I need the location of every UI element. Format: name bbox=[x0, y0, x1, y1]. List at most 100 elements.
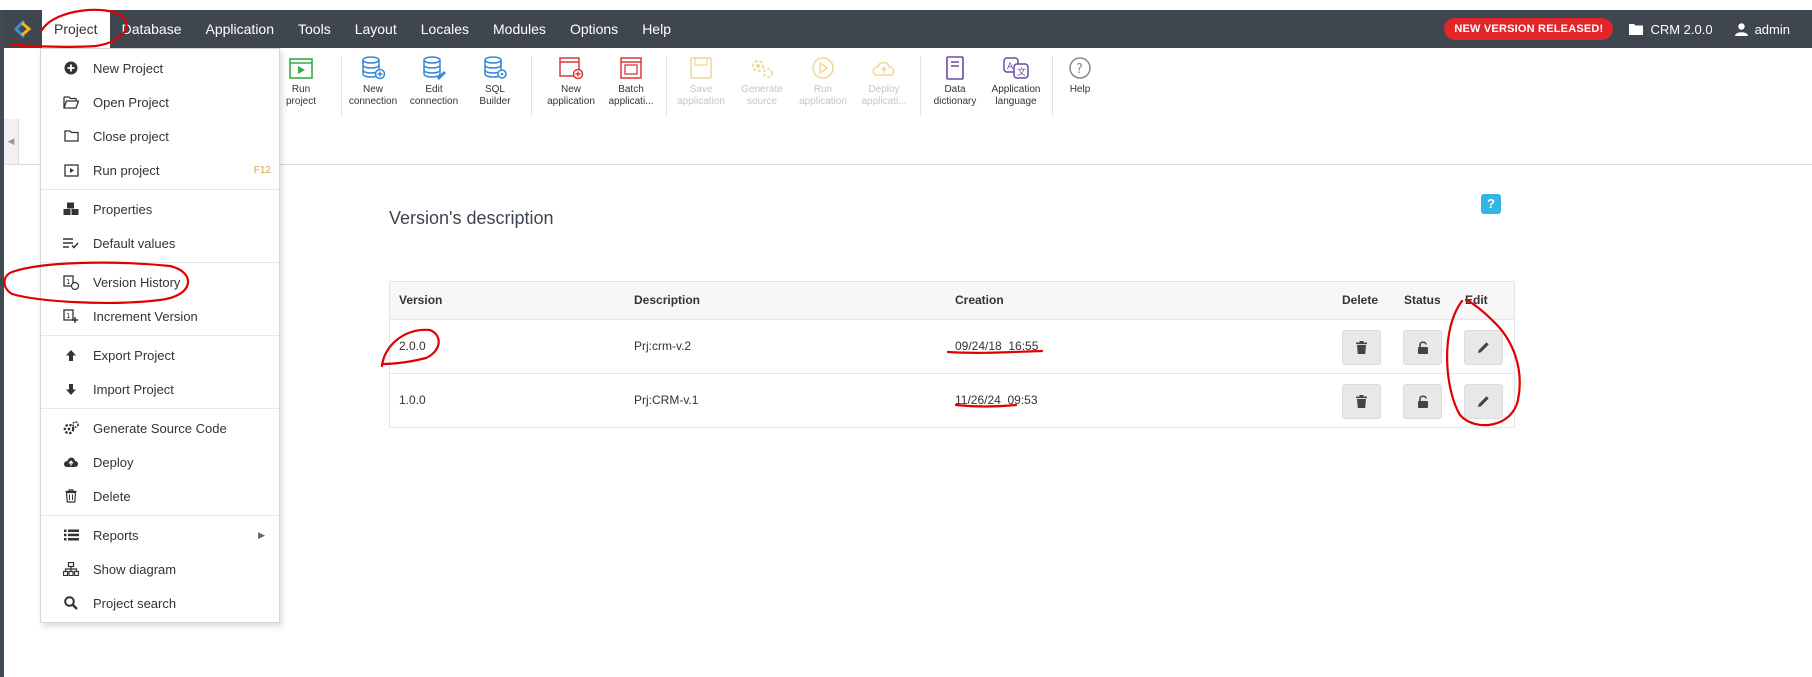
application-language-label: Application language bbox=[991, 84, 1041, 107]
menu-item-generate-source-code[interactable]: Generate Source Code bbox=[41, 411, 279, 445]
new-connection-label: New connection bbox=[348, 84, 398, 107]
run-icon bbox=[61, 163, 81, 177]
batch-application-button[interactable]: Batch applicati... bbox=[602, 56, 660, 108]
search-icon bbox=[61, 596, 81, 610]
menubar-right: NEW VERSION RELEASED! CRM 2.0.0 admin bbox=[1444, 10, 1812, 48]
header-version: Version bbox=[399, 293, 443, 307]
gears-icon bbox=[61, 421, 81, 435]
status-lock-button[interactable] bbox=[1403, 330, 1442, 365]
deploy-application-label: Deploy applicati... bbox=[861, 84, 907, 107]
play-circle-icon bbox=[812, 57, 834, 79]
trash-icon bbox=[1356, 395, 1367, 408]
menu-item-export-project[interactable]: Export Project bbox=[41, 338, 279, 372]
deploy-application-button[interactable]: Deploy applicati... bbox=[855, 56, 913, 108]
menu-item-label: Export Project bbox=[93, 347, 175, 363]
new-connection-button[interactable]: New connection bbox=[344, 56, 402, 108]
header-delete: Delete bbox=[1342, 293, 1379, 307]
cell-description: Prj:crm-v.2 bbox=[634, 339, 692, 353]
menu-item-version-history[interactable]: 1 Version History bbox=[41, 265, 279, 299]
list-check-icon bbox=[61, 237, 81, 249]
menu-divider bbox=[41, 515, 279, 516]
menu-item-increment-version[interactable]: 1 Increment Version bbox=[41, 299, 279, 333]
cell-version: 1.0.0 bbox=[399, 393, 426, 407]
pencil-icon bbox=[1478, 342, 1489, 353]
tab-scroll-left-icon[interactable]: ◀ bbox=[4, 119, 19, 164]
window-top-strip bbox=[0, 0, 1812, 10]
delete-button[interactable] bbox=[1342, 384, 1381, 419]
menu-item-new-project[interactable]: New Project bbox=[41, 51, 279, 85]
batch-application-icon bbox=[620, 57, 642, 79]
menu-item-deploy[interactable]: Deploy bbox=[41, 445, 279, 479]
menu-item-default-values[interactable]: Default values bbox=[41, 226, 279, 260]
menu-tools[interactable]: Tools bbox=[286, 10, 343, 48]
run-project-button[interactable]: Run project bbox=[272, 56, 330, 108]
menu-database[interactable]: Database bbox=[110, 10, 194, 48]
status-lock-button[interactable] bbox=[1403, 384, 1442, 419]
cloud-upload-icon bbox=[61, 456, 81, 468]
user-menu[interactable]: admin bbox=[1734, 22, 1790, 37]
page-title: Version's description bbox=[389, 208, 554, 228]
menu-item-open-project[interactable]: Open Project bbox=[41, 85, 279, 119]
menu-item-label: Increment Version bbox=[93, 308, 198, 324]
menu-bar: Project Database Application Tools Layou… bbox=[4, 10, 1812, 48]
project-dropdown-menu: New Project Open Project Close project R… bbox=[40, 48, 280, 623]
menu-item-import-project[interactable]: Import Project bbox=[41, 372, 279, 406]
run-project-icon bbox=[289, 58, 313, 79]
app-logo-icon[interactable] bbox=[4, 10, 42, 48]
arrow-down-icon bbox=[61, 383, 81, 396]
new-application-label: New application bbox=[547, 84, 595, 107]
sql-builder-label: SQL Builder bbox=[479, 84, 511, 107]
save-application-button[interactable]: Save application bbox=[672, 56, 730, 108]
menu-application[interactable]: Application bbox=[194, 10, 287, 48]
menu-project[interactable]: Project bbox=[42, 10, 110, 48]
svg-text:1: 1 bbox=[66, 278, 70, 286]
menu-modules[interactable]: Modules bbox=[481, 10, 558, 48]
sql-builder-icon bbox=[484, 56, 507, 79]
menu-item-label: Project search bbox=[93, 595, 177, 611]
cloud-upload-icon bbox=[872, 61, 895, 76]
header-creation: Creation bbox=[955, 293, 1004, 307]
cell-version: 2.0.0 bbox=[399, 339, 426, 353]
menu-item-project-search[interactable]: Project search bbox=[41, 586, 279, 620]
data-dictionary-button[interactable]: Data dictionary bbox=[926, 56, 984, 108]
sql-builder-button[interactable]: SQL Builder bbox=[466, 56, 524, 108]
run-project-label: Run project bbox=[285, 84, 316, 107]
current-project[interactable]: CRM 2.0.0 bbox=[1629, 21, 1713, 37]
menu-item-label: Version History bbox=[93, 274, 181, 290]
menu-item-close-project[interactable]: Close project bbox=[41, 119, 279, 153]
generate-source-label: Generate source bbox=[741, 84, 783, 107]
menu-help[interactable]: Help bbox=[630, 10, 683, 48]
data-dictionary-label: Data dictionary bbox=[933, 84, 977, 107]
menu-item-run-project[interactable]: Run project F12 bbox=[41, 153, 279, 187]
help-badge[interactable]: ? bbox=[1481, 194, 1501, 214]
menu-item-properties[interactable]: Properties bbox=[41, 192, 279, 226]
new-application-button[interactable]: New application bbox=[542, 56, 600, 108]
history-icon: 1 bbox=[61, 274, 81, 290]
folder-open-icon bbox=[61, 95, 81, 109]
menu-item-show-diagram[interactable]: Show diagram bbox=[41, 552, 279, 586]
user-icon bbox=[1734, 22, 1748, 36]
new-version-badge[interactable]: NEW VERSION RELEASED! bbox=[1444, 18, 1614, 40]
book-icon bbox=[946, 56, 964, 80]
menu-divider bbox=[41, 408, 279, 409]
edit-connection-button[interactable]: Edit connection bbox=[405, 56, 463, 108]
application-language-button[interactable]: A文 Application language bbox=[987, 56, 1045, 108]
delete-button[interactable] bbox=[1342, 330, 1381, 365]
generate-source-button[interactable]: Generate source bbox=[733, 56, 791, 108]
menu-item-label: Deploy bbox=[93, 454, 134, 470]
menu-item-label: Close project bbox=[93, 128, 169, 144]
edit-button[interactable] bbox=[1464, 384, 1503, 419]
current-project-label: CRM 2.0.0 bbox=[1650, 21, 1713, 37]
menu-item-label: Import Project bbox=[93, 381, 174, 397]
menu-layout[interactable]: Layout bbox=[343, 10, 409, 48]
run-application-button[interactable]: Run application bbox=[794, 56, 852, 108]
menu-item-reports[interactable]: Reports ▶ bbox=[41, 518, 279, 552]
help-button[interactable]: ? Help bbox=[1051, 56, 1109, 96]
menu-locales[interactable]: Locales bbox=[409, 10, 481, 48]
menu-item-delete[interactable]: Delete bbox=[41, 479, 279, 513]
edit-button[interactable] bbox=[1464, 330, 1503, 365]
table-row: 1.0.0 Prj:CRM-v.1 11/26/24 09:53 bbox=[390, 374, 1514, 427]
question-circle-icon: ? bbox=[1069, 57, 1091, 79]
menu-options[interactable]: Options bbox=[558, 10, 630, 48]
arrow-up-icon bbox=[61, 349, 81, 362]
